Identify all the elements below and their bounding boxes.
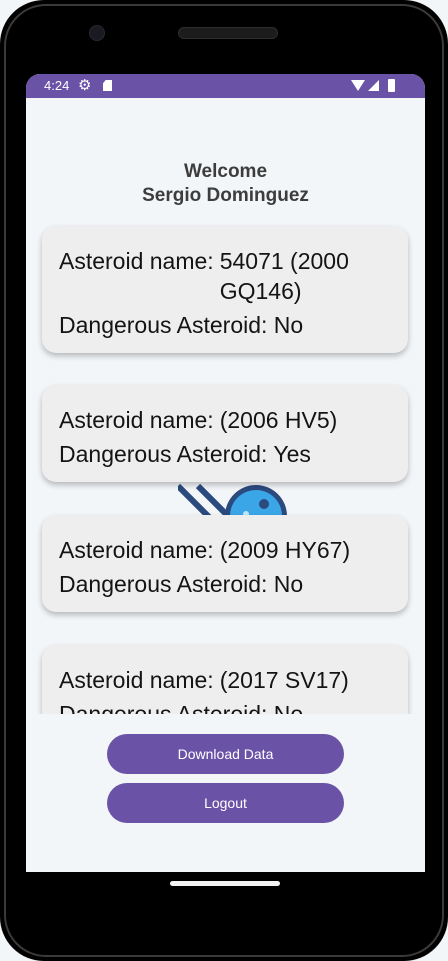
dangerous-value: Yes <box>273 441 311 467</box>
asteroid-name-value: 54071 (2000 GQ146) <box>219 248 349 304</box>
front-camera <box>89 25 105 41</box>
dangerous-value: No <box>273 571 304 597</box>
welcome-label: Welcome <box>183 161 268 182</box>
welcome-header: Welcome Sergio Dominguez <box>26 160 425 208</box>
phone-frame: 4:24 ⚙ Welcome Sergio Dominguez Asteroid… <box>0 0 448 961</box>
settings-icon: ⚙ <box>78 77 92 94</box>
asteroid-card[interactable]: Asteroid name: (2006 HV5) Dangerous Aste… <box>42 385 408 482</box>
dangerous-label: Dangerous Asteroid: <box>59 312 268 338</box>
logout-button[interactable]: Logout <box>107 783 344 823</box>
app-screen: 4:24 ⚙ Welcome Sergio Dominguez Asteroid… <box>26 74 425 872</box>
asteroid-card[interactable]: Asteroid name: (2009 HY67) Dangerous Ast… <box>42 515 408 612</box>
status-time: 4:24 <box>44 78 70 93</box>
asteroid-name-label: Asteroid name: <box>59 407 214 433</box>
dangerous-label: Dangerous Asteroid: <box>59 441 268 467</box>
asteroid-name-value: (2017 SV17) <box>219 667 349 693</box>
status-bar: 4:24 ⚙ <box>26 74 425 98</box>
dangerous-value: No <box>273 312 304 338</box>
asteroid-name-value: (2009 HY67) <box>219 537 351 563</box>
asteroid-name-label: Asteroid name: <box>59 667 214 693</box>
asteroid-name-label: Asteroid name: <box>59 537 214 563</box>
user-name: Sergio Dominguez <box>142 185 309 206</box>
asteroid-card[interactable]: Asteroid name: (2017 SV17) Dangerous Ast… <box>42 645 408 714</box>
wifi-icon <box>351 80 365 91</box>
asteroid-name-value: (2006 HV5) <box>219 407 338 433</box>
dangerous-label: Dangerous Asteroid: <box>59 701 268 714</box>
sd-card-icon <box>103 80 112 91</box>
navigation-bar <box>26 872 425 902</box>
asteroid-name-label: Asteroid name: <box>59 248 214 274</box>
asteroid-card[interactable]: Asteroid name: 54071 (2000 GQ146) Danger… <box>42 226 408 353</box>
dangerous-label: Dangerous Asteroid: <box>59 571 268 597</box>
dangerous-value: No <box>273 701 304 714</box>
download-data-button[interactable]: Download Data <box>107 734 344 774</box>
battery-icon <box>388 79 395 92</box>
home-gesture-handle[interactable] <box>170 881 280 886</box>
earpiece-speaker <box>178 27 278 39</box>
signal-icon <box>368 80 379 91</box>
bottom-actions: Download Data Logout <box>26 714 425 872</box>
asteroid-list[interactable]: Asteroid name: 54071 (2000 GQ146) Danger… <box>26 212 425 714</box>
